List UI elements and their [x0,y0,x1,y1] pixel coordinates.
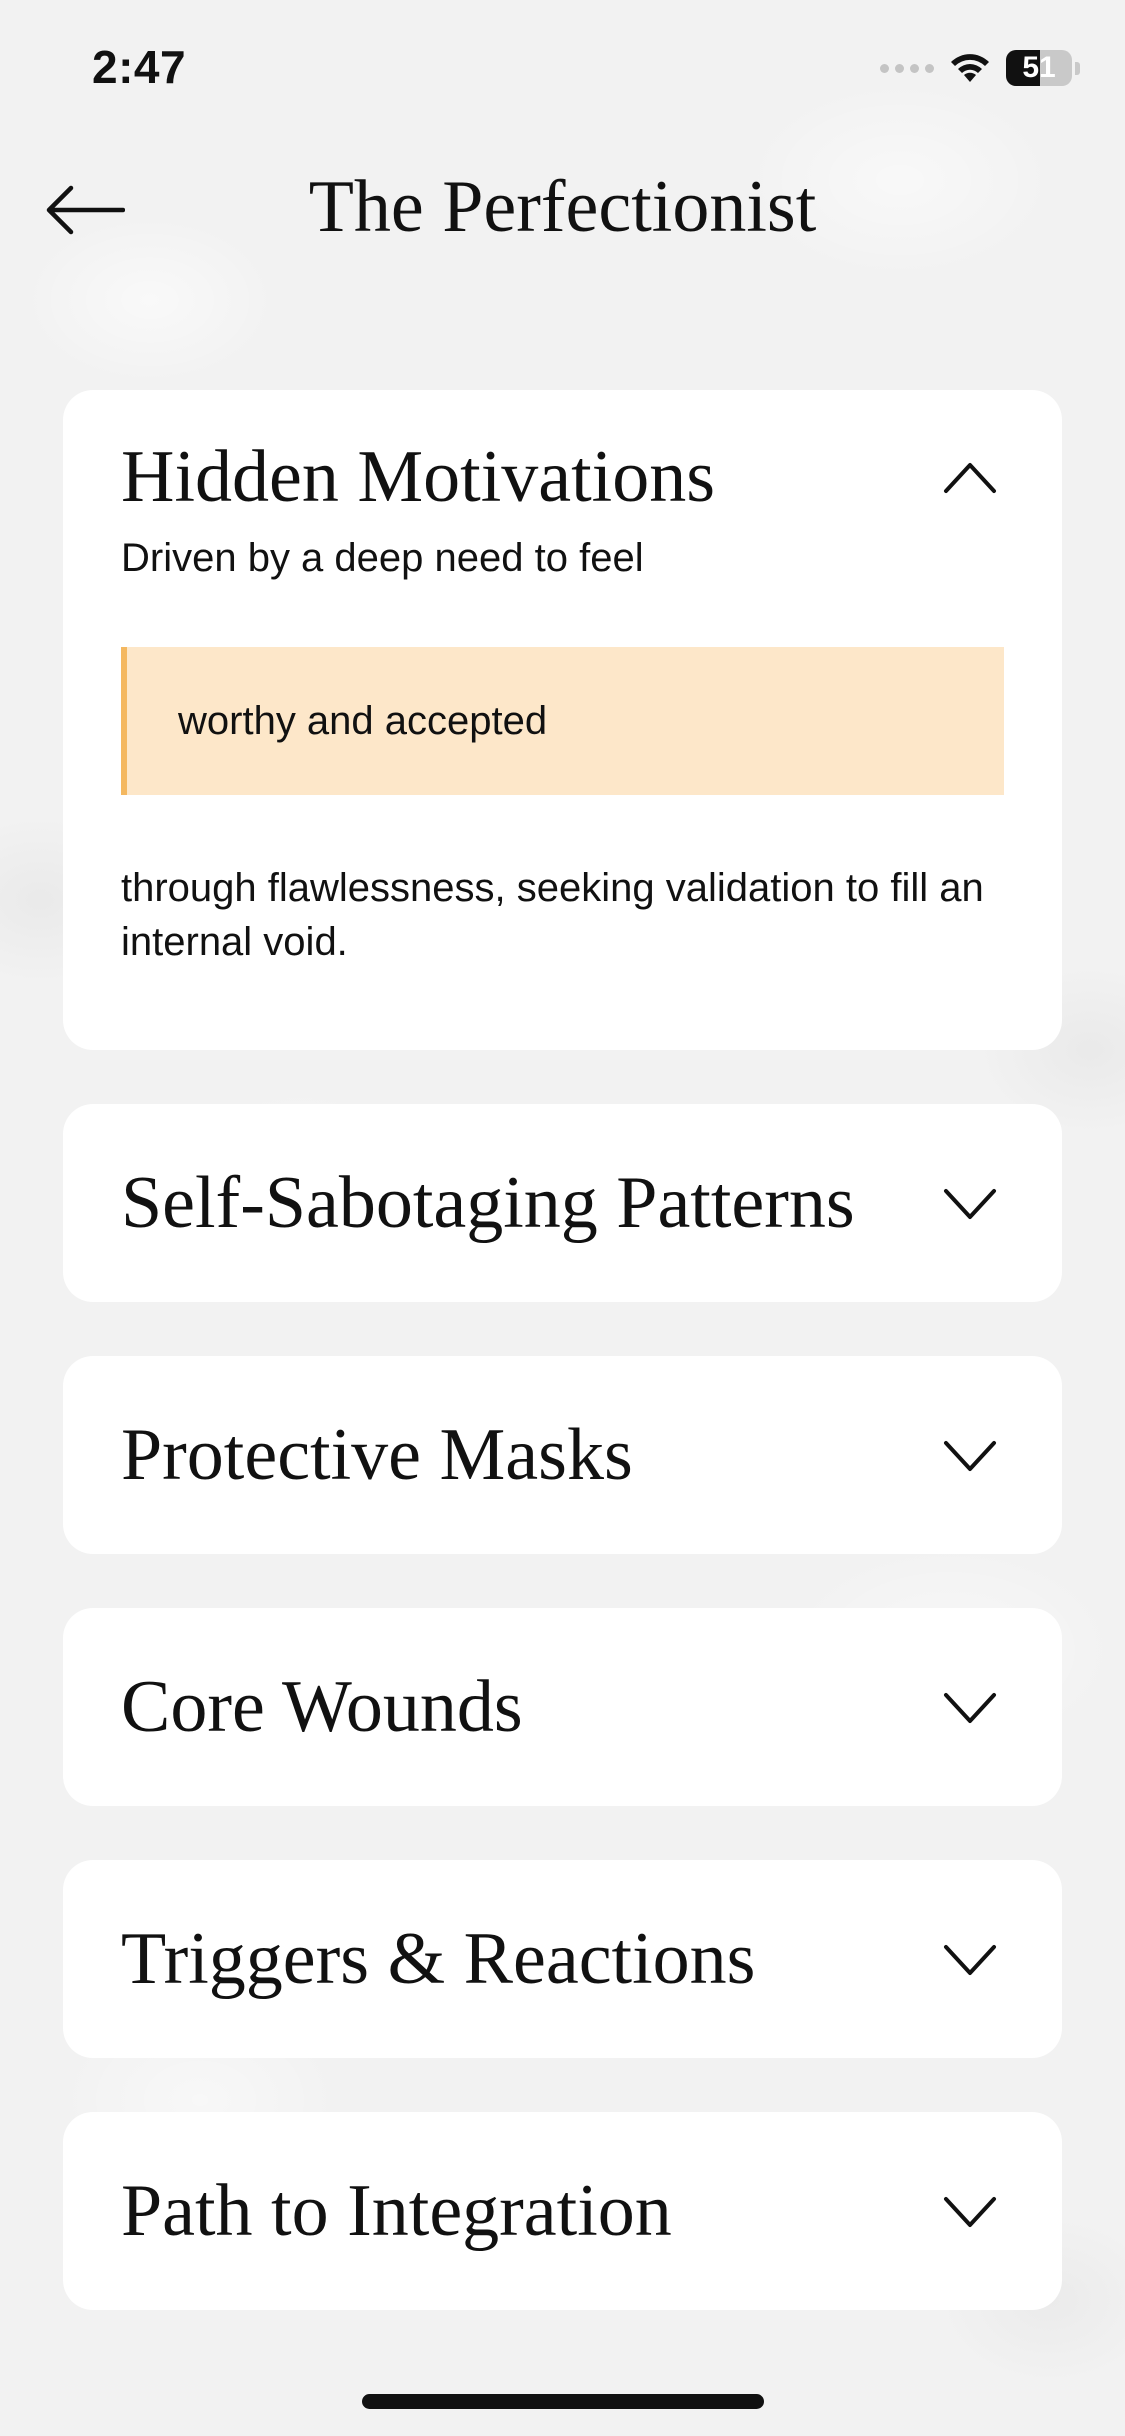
status-bar: 2:47 51 [0,0,1125,135]
status-indicators: 51 [880,48,1080,88]
highlight-text: worthy and accepted [178,698,548,743]
section-title: Core Wounds [121,1666,523,1748]
section-title: Triggers & Reactions [121,1918,756,2000]
home-indicator[interactable] [362,2394,764,2409]
chevron-down-icon[interactable] [942,1679,998,1735]
battery-icon: 51 [1006,50,1072,86]
header: The Perfectionist [0,150,1125,265]
section-card-path-to-integration[interactable]: Path to Integration [63,2112,1062,2310]
chevron-down-icon[interactable] [942,2183,998,2239]
highlight-callout: worthy and accepted [121,647,1004,795]
battery-cap [1075,61,1080,75]
section-card-core-wounds[interactable]: Core Wounds [63,1608,1062,1806]
section-title: Path to Integration [121,2170,672,2252]
section-card-hidden-motivations: Hidden Motivations Driven by a deep need… [63,390,1062,1050]
section-header-hidden-motivations[interactable]: Hidden Motivations [121,440,1004,514]
chevron-down-icon[interactable] [942,1931,998,1987]
chevron-up-icon[interactable] [942,449,998,505]
section-title: Hidden Motivations [121,436,716,518]
cellular-signal-icon [880,63,934,73]
section-card-self-sabotaging-patterns[interactable]: Self-Sabotaging Patterns [63,1104,1062,1302]
section-title: Self-Sabotaging Patterns [121,1162,855,1244]
wifi-icon [948,51,992,85]
chevron-down-icon[interactable] [942,1175,998,1231]
chevron-down-icon[interactable] [942,1427,998,1483]
section-card-protective-masks[interactable]: Protective Masks [63,1356,1062,1554]
section-list: Hidden Motivations Driven by a deep need… [63,390,1062,2310]
status-time: 2:47 [92,41,187,93]
section-body-text: through flawlessness, seeking validation… [121,866,984,964]
battery-level: 51 [1022,51,1056,84]
section-lead-text: Driven by a deep need to feel [121,536,644,580]
section-card-triggers-reactions[interactable]: Triggers & Reactions [63,1860,1062,2058]
page-title: The Perfectionist [308,166,817,248]
section-title: Protective Masks [121,1414,633,1496]
